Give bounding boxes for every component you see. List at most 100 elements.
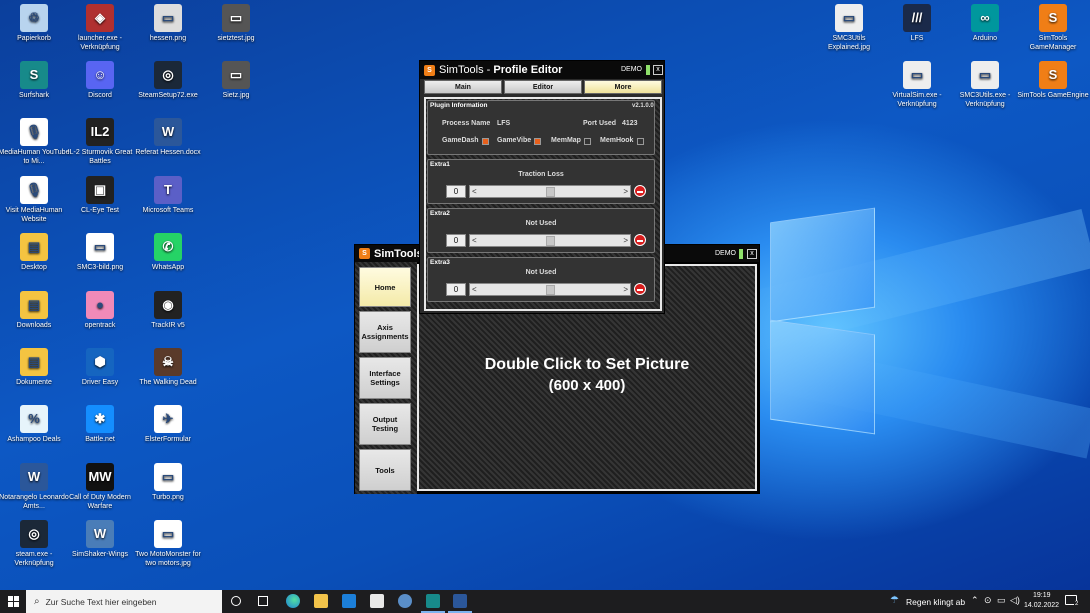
search-box[interactable]: ⌕ Zur Suche Text hier eingeben — [26, 590, 222, 613]
cortana-icon[interactable] — [231, 596, 241, 606]
desktop-icon-turbo[interactable]: ▭ Turbo.png — [132, 463, 204, 503]
desktop-icon-launcher[interactable]: ◈ launcher.exe - Verknüpfung — [64, 4, 136, 52]
weather-text[interactable]: Regen klingt ab — [906, 597, 965, 607]
desktop-icon-battlenet[interactable]: ✱ Battle.net — [64, 405, 136, 445]
launcher-icon: ◈ — [86, 4, 114, 32]
slider-left-arrow[interactable]: < — [472, 186, 477, 197]
extra1-slider[interactable]: < > — [469, 185, 631, 198]
desktop-icon-elster[interactable]: ✈ ElsterFormular — [132, 405, 204, 445]
edge-icon[interactable] — [286, 594, 300, 608]
desktop-icon-cod[interactable]: MW Call of Duty Modern Warfare — [64, 463, 136, 511]
clock-time[interactable]: 19:19 — [1033, 592, 1051, 599]
desktop-icon-ashampoo[interactable]: % Ashampoo Deals — [0, 405, 70, 445]
extra3-slider[interactable]: < > — [469, 283, 631, 296]
desktop-icon-smc3utils[interactable]: ▭ SMC3Utils.exe - Verknüpfung — [949, 61, 1021, 109]
word-taskbar-icon[interactable] — [453, 594, 467, 608]
close-button[interactable]: x — [747, 249, 757, 259]
sidebar-tools-button[interactable]: Tools — [359, 449, 411, 491]
desktop-icon-smc3utils-explained[interactable]: ▭ SMC3Utils Explained.jpg — [813, 4, 885, 52]
desktop-icon-lfs[interactable]: /// LFS — [881, 4, 953, 44]
gamevibe-checkbox[interactable] — [534, 138, 541, 145]
tray-chevron-icon[interactable]: ⌃ — [971, 595, 979, 606]
desktop-icon-sietz[interactable]: ▭ Sietz.jpg — [200, 61, 272, 101]
task-view-icon[interactable] — [258, 596, 268, 606]
sidebar-axis-assignments-button[interactable]: Axis Assignments — [359, 311, 411, 353]
desktop-icon-label: SMC3-bild.png — [76, 264, 124, 271]
surfshark-icon: S — [20, 61, 48, 89]
desktop-icon-mediahuman[interactable]: 🎙 MediaHuman YouTube to Mi... — [0, 118, 70, 166]
desktop-icon-desktop[interactable]: ▤ Desktop — [0, 233, 70, 273]
slider-left-arrow[interactable]: < — [472, 235, 477, 246]
sidebar-home-button[interactable]: Home — [359, 267, 411, 307]
desktop-icon-simshaker[interactable]: W SimShaker-Wings — [64, 520, 136, 560]
taskbar: ⌕ Zur Suche Text hier eingeben ☂ Regen k… — [0, 590, 1090, 613]
desktop-icon-cl-eye[interactable]: ▣ CL-Eye Test — [64, 176, 136, 216]
desktop-icon-trackir[interactable]: ◉ TrackIR v5 — [132, 291, 204, 331]
desktop-icon-whatsapp[interactable]: ✆ WhatsApp — [132, 233, 204, 273]
extra1-value[interactable]: 0 — [446, 185, 466, 198]
start-button[interactable] — [0, 590, 26, 613]
tab-main[interactable]: Main — [424, 80, 502, 94]
surfshark-taskbar-icon[interactable] — [426, 594, 440, 608]
slider-right-arrow[interactable]: > — [623, 235, 628, 246]
simshaker-taskbar-icon[interactable] — [398, 594, 412, 608]
desktop-icon-notarangelo[interactable]: W Notarangelo Leonardo Amts... — [0, 463, 70, 511]
tab-more[interactable]: More — [584, 80, 662, 94]
extra2-value[interactable]: 0 — [446, 234, 466, 247]
slider-left-arrow[interactable]: < — [472, 284, 477, 295]
plugin-information-section: Plugin Information v2.1.0.0 Process Name… — [427, 100, 655, 155]
tray-usb-icon[interactable]: ⊙ — [984, 595, 992, 606]
file-explorer-icon[interactable] — [314, 594, 328, 608]
extra3-value[interactable]: 0 — [446, 283, 466, 296]
weather-icon[interactable]: ☂ — [890, 595, 899, 606]
slider-thumb[interactable] — [546, 236, 555, 246]
opentrack-icon: ● — [86, 291, 114, 319]
desktop-icon-downloads[interactable]: ▤ Downloads — [0, 291, 70, 331]
extra3-reset-button[interactable] — [634, 283, 646, 295]
desktop-icon-papierkorb[interactable]: ♲ Papierkorb — [0, 4, 70, 44]
clock-date[interactable]: 14.02.2022 — [1024, 602, 1059, 609]
desktop-icon-teams[interactable]: T Microsoft Teams — [132, 176, 204, 216]
memhook-checkbox[interactable] — [637, 138, 644, 145]
network-icon[interactable]: ▭ — [997, 595, 1006, 606]
desktop-icon-two-moto[interactable]: ▭ Two MotoMonster for two motors.jpg — [132, 520, 204, 568]
store-icon[interactable] — [370, 594, 384, 608]
desktop-icon-smc3-bild[interactable]: ▭ SMC3-bild.png — [64, 233, 136, 273]
mail-icon[interactable] — [342, 594, 356, 608]
desktop-icon-dokumente[interactable]: ▤ Dokumente — [0, 348, 70, 388]
memmap-checkbox[interactable] — [584, 138, 591, 145]
desktop-icon-il2[interactable]: IL2 IL-2 Sturmovik Great Battles — [64, 118, 136, 166]
extra1-reset-button[interactable] — [634, 185, 646, 197]
sidebar-interface-settings-button[interactable]: Interface Settings — [359, 357, 411, 399]
desktop-icon-simtools-gm[interactable]: S SimTools GameManager — [1017, 4, 1089, 52]
slider-thumb[interactable] — [546, 285, 555, 295]
desktop-icon-sietztest[interactable]: ▭ sietztest.jpg — [200, 4, 272, 44]
desktop-icon-label: CL-Eye Test — [81, 207, 119, 214]
desktop-icon-virtualsim[interactable]: ▭ VirtualSim.exe - Verknüpfung — [881, 61, 953, 109]
desktop-icon-opentrack[interactable]: ● opentrack — [64, 291, 136, 331]
extra2-slider[interactable]: < > — [469, 234, 631, 247]
desktop-icon-steamsetup[interactable]: ◎ SteamSetup72.exe — [132, 61, 204, 101]
sidebar-output-testing-button[interactable]: Output Testing — [359, 403, 411, 445]
desktop-icon-walking-dead[interactable]: ☠ The Walking Dead — [132, 348, 204, 388]
desktop-icon-surfshark[interactable]: S Surfshark — [0, 61, 70, 101]
slider-right-arrow[interactable]: > — [623, 186, 628, 197]
desktop-icon-hessen[interactable]: ▭ hessen.png — [132, 4, 204, 44]
image-file-icon: ▭ — [154, 4, 182, 32]
volume-icon[interactable]: ◁) — [1010, 595, 1020, 606]
desktop-icon-simtools-ge[interactable]: S SimTools GameEngine — [1017, 61, 1089, 101]
gamedash-checkbox[interactable] — [482, 138, 489, 145]
desktop-icon-label: IL-2 Sturmovik Great Battles — [67, 149, 133, 165]
desktop-icon-discord[interactable]: ☺ Discord — [64, 61, 136, 101]
desktop-icon-arduino[interactable]: ∞ Arduino — [949, 4, 1021, 44]
slider-right-arrow[interactable]: > — [623, 284, 628, 295]
close-button[interactable]: x — [653, 65, 663, 75]
slider-thumb[interactable] — [546, 187, 555, 197]
desktop-icon-visit-mediahuman[interactable]: 🎙 Visit MediaHuman Website — [0, 176, 70, 224]
tab-editor[interactable]: Editor — [504, 80, 582, 94]
extra2-reset-button[interactable] — [634, 234, 646, 246]
desktop-icon-driver-easy[interactable]: ⬢ Driver Easy — [64, 348, 136, 388]
desktop-icon-steam-exe[interactable]: ◎ steam.exe - Verknüpfung — [0, 520, 70, 568]
section-heading: Plugin Information — [430, 102, 488, 109]
desktop-icon-referat[interactable]: W Referat Hessen.docx — [132, 118, 204, 158]
